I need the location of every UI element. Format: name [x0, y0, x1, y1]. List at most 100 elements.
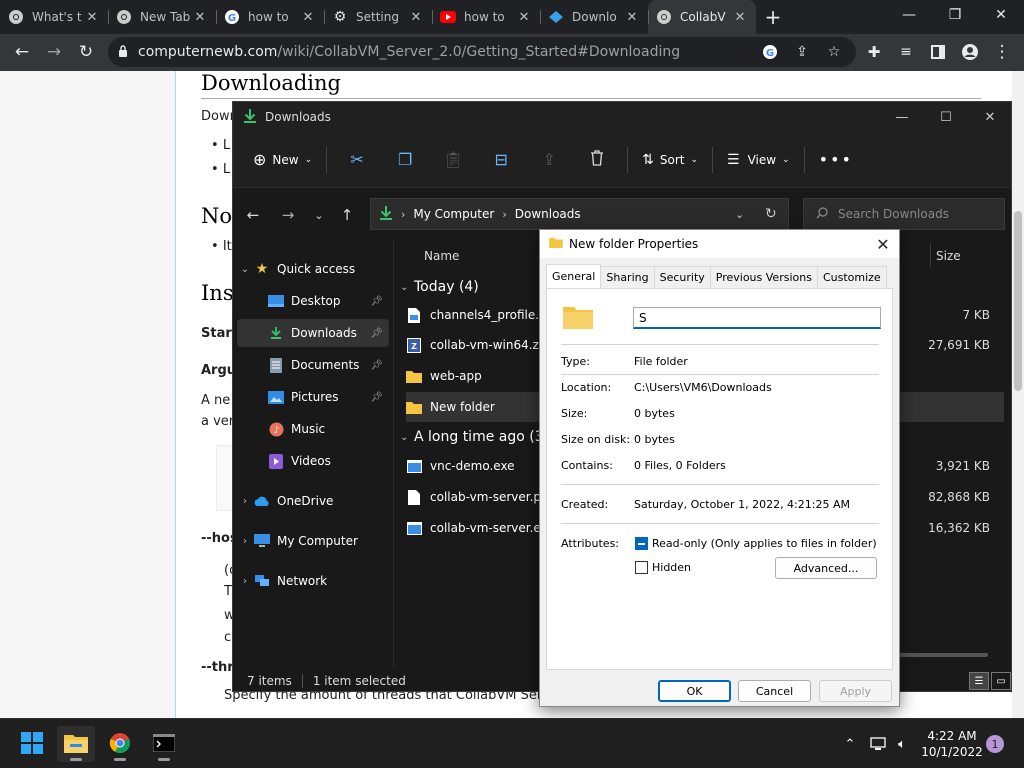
- group-long-ago[interactable]: ⌄ A long time ago (3: [400, 426, 544, 448]
- cut-button[interactable]: ✂: [333, 142, 381, 178]
- nav-music[interactable]: ♪ Music: [237, 415, 389, 443]
- tab-security[interactable]: Security: [654, 266, 711, 288]
- chevron-down-icon[interactable]: ⌄: [735, 208, 744, 221]
- readonly-checkbox[interactable]: Read-only (Only applies to files in fold…: [635, 537, 877, 550]
- browser-tab-5[interactable]: how to ✕: [432, 0, 540, 34]
- pin-icon[interactable]: 📌︎: [370, 392, 383, 403]
- star-icon[interactable]: ☆: [824, 42, 844, 62]
- new-tab-button[interactable]: +: [756, 0, 790, 34]
- address-bar[interactable]: › My Computer › Downloads ⌄ ↻: [370, 198, 789, 230]
- reload-button[interactable]: ↻: [70, 36, 102, 68]
- browser-tab-1[interactable]: What's t ✕: [0, 0, 108, 34]
- pin-icon[interactable]: 📌︎: [370, 296, 383, 307]
- close-window-button[interactable]: ✕: [978, 0, 1024, 30]
- browser-tab-4[interactable]: ⚙ Setting ✕: [324, 0, 432, 34]
- minimize-button[interactable]: —: [879, 102, 925, 132]
- profile-icon[interactable]: [954, 36, 986, 68]
- tab-general[interactable]: General: [546, 264, 602, 288]
- browser-tab-2[interactable]: New Tab ✕: [108, 0, 216, 34]
- close-icon[interactable]: ✕: [192, 10, 208, 25]
- close-button[interactable]: ✕: [867, 230, 899, 258]
- nav-downloads[interactable]: Downloads 📌︎: [237, 319, 389, 347]
- taskbar-file-explorer[interactable]: [57, 726, 95, 762]
- group-today[interactable]: ⌄ Today (4): [400, 276, 479, 298]
- browser-tab-7[interactable]: CollabV ✕: [648, 0, 756, 34]
- new-button[interactable]: ⊕ New ⌄: [245, 142, 320, 178]
- close-icon[interactable]: ✕: [300, 10, 316, 25]
- hidden-checkbox[interactable]: Hidden: [635, 561, 691, 574]
- volume-icon[interactable]: 🔈︎: [892, 734, 912, 754]
- side-panel-icon[interactable]: [922, 36, 954, 68]
- forward-button[interactable]: →: [38, 36, 70, 68]
- nav-onedrive[interactable]: › OneDrive: [237, 487, 389, 515]
- nav-videos[interactable]: Videos: [237, 447, 389, 475]
- system-clock[interactable]: 4:22 AM 10/1/2022: [918, 728, 986, 760]
- ok-button[interactable]: OK: [658, 680, 731, 702]
- recent-locations-button[interactable]: ⌄: [307, 203, 331, 227]
- forward-button[interactable]: →: [276, 203, 300, 227]
- chevron-down-icon[interactable]: ⌄: [237, 264, 253, 275]
- close-icon[interactable]: ✕: [408, 10, 424, 25]
- google-lens-icon[interactable]: G: [760, 42, 780, 62]
- advanced-button[interactable]: Advanced...: [775, 557, 877, 579]
- close-icon[interactable]: ✕: [516, 10, 532, 25]
- delete-button[interactable]: [573, 142, 621, 178]
- apply-button[interactable]: Apply: [819, 680, 892, 702]
- close-icon[interactable]: ✕: [624, 10, 640, 25]
- bullet-text[interactable]: L: [223, 162, 230, 177]
- notification-badge[interactable]: 1: [986, 735, 1004, 753]
- view-button[interactable]: ☰ View ⌄: [719, 142, 798, 178]
- nav-desktop[interactable]: Desktop 📌︎: [237, 287, 389, 315]
- chevron-right-icon[interactable]: ›: [237, 576, 253, 587]
- tiles-view-button[interactable]: ▭: [991, 672, 1011, 690]
- taskbar-terminal[interactable]: [145, 726, 183, 762]
- network-icon[interactable]: [868, 734, 888, 754]
- lock-icon[interactable]: [118, 44, 128, 60]
- pin-icon[interactable]: 📌︎: [370, 328, 383, 339]
- nav-documents[interactable]: Documents 📌︎: [237, 351, 389, 379]
- cancel-button[interactable]: Cancel: [738, 680, 811, 702]
- back-button[interactable]: ←: [6, 36, 38, 68]
- media-icon[interactable]: ≡: [890, 36, 922, 68]
- checkbox-unchecked[interactable]: [635, 561, 648, 574]
- column-header-size[interactable]: Size: [936, 249, 961, 269]
- checkbox-indeterminate[interactable]: [635, 537, 648, 550]
- details-view-button[interactable]: ☰: [969, 672, 989, 690]
- maximize-button[interactable]: ☐: [923, 102, 969, 132]
- nav-network[interactable]: › Network: [237, 567, 389, 595]
- chevron-right-icon[interactable]: ›: [237, 536, 253, 547]
- taskbar-chrome[interactable]: [101, 726, 139, 762]
- close-icon[interactable]: ✕: [732, 10, 748, 25]
- page-scrollbar[interactable]: [1012, 71, 1024, 718]
- column-header-name[interactable]: Name: [424, 249, 459, 269]
- nav-my-computer[interactable]: › My Computer: [237, 527, 389, 555]
- breadcrumb-my-computer[interactable]: My Computer: [413, 207, 494, 221]
- copy-button[interactable]: ❐: [381, 142, 429, 178]
- more-options-button[interactable]: •••: [811, 142, 861, 178]
- bullet-text[interactable]: L: [223, 138, 230, 153]
- menu-icon[interactable]: ⋮: [986, 36, 1018, 68]
- up-button[interactable]: ↑: [335, 203, 359, 227]
- search-input[interactable]: Search Downloads: [803, 198, 1005, 230]
- browser-tab-6[interactable]: Downlo ✕: [540, 0, 648, 34]
- paste-button[interactable]: 📋︎: [429, 142, 477, 178]
- rename-button[interactable]: ⊟: [477, 142, 525, 178]
- nav-pictures[interactable]: Pictures 📌︎: [237, 383, 389, 411]
- start-button[interactable]: [13, 726, 51, 762]
- refresh-icon[interactable]: ↻: [765, 206, 777, 222]
- tab-previous-versions[interactable]: Previous Versions: [710, 266, 818, 288]
- close-icon[interactable]: ✕: [84, 10, 100, 25]
- pin-icon[interactable]: 📌︎: [370, 360, 383, 371]
- breadcrumb-downloads[interactable]: Downloads: [515, 207, 581, 221]
- tab-sharing[interactable]: Sharing: [601, 266, 655, 288]
- address-bar[interactable]: computernewb.com/wiki/CollabVM_Server_2.…: [108, 37, 856, 67]
- chevron-right-icon[interactable]: ›: [237, 496, 253, 507]
- close-window-button[interactable]: ✕: [967, 102, 1013, 132]
- sort-button[interactable]: ⇅ Sort ⌄: [634, 142, 706, 178]
- back-button[interactable]: ←: [241, 203, 265, 227]
- share-button[interactable]: ⇪: [525, 142, 573, 178]
- scrollbar-thumb[interactable]: [1014, 211, 1022, 391]
- chevron-up-icon[interactable]: ⌃: [840, 734, 860, 754]
- tab-customize[interactable]: Customize: [817, 266, 887, 288]
- minimize-button[interactable]: —: [886, 0, 932, 30]
